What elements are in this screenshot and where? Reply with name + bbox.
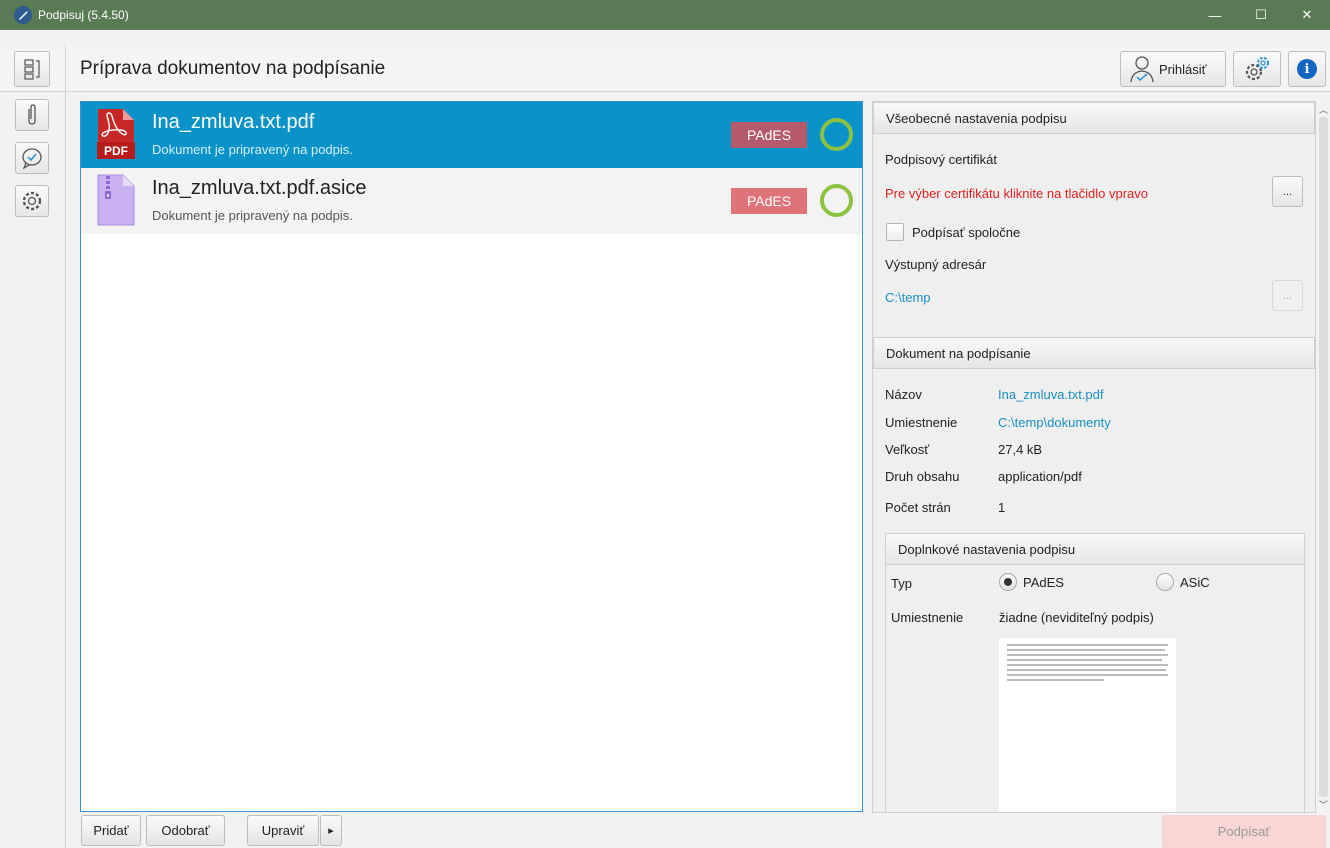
remove-document-button[interactable]: Odobrať — [146, 815, 225, 846]
settings-scrollbar[interactable]: ︿ ﹀ — [1317, 101, 1330, 813]
pdf-icon: PDF — [97, 108, 135, 160]
document-status: Dokument je pripravený na podpis. — [152, 142, 353, 157]
doc-name-label: Názov — [885, 387, 922, 402]
settings-button[interactable] — [1233, 51, 1281, 87]
info-button[interactable]: i — [1288, 51, 1326, 87]
certificate-hint: Pre výber certifikátu kliknite na tlačid… — [885, 186, 1149, 201]
doc-page-count-value: 1 — [998, 500, 1006, 515]
scroll-up-arrow-icon[interactable]: ︿ — [1319, 103, 1328, 116]
select-certificate-button[interactable]: ... — [1272, 176, 1303, 207]
add-document-button[interactable]: Pridať — [81, 815, 141, 846]
document-name: Ina_zmluva.txt.pdf — [152, 111, 315, 133]
signature-type-badge: PAdES — [731, 122, 807, 148]
info-icon: i — [1297, 59, 1317, 79]
edit-menu-arrow-button[interactable]: ▸ — [320, 815, 342, 846]
window-title: Podpisuj (5.4.50) — [38, 8, 129, 22]
chat-check-icon — [22, 148, 42, 170]
sign-button[interactable]: Podpísať — [1162, 815, 1326, 848]
document-list: PDF Ina_zmluva.txt.pdf Dokument je pripr… — [80, 101, 863, 812]
status-ring-icon — [820, 118, 853, 151]
toggle-layout-icon — [24, 59, 40, 80]
login-label: Prihlásiť — [1159, 61, 1207, 77]
doc-location-label: Umiestnenie — [885, 415, 958, 430]
doc-location-value[interactable]: C:\temp\dokumenty — [998, 415, 1111, 430]
doc-content-type-label: Druh obsahu — [885, 469, 960, 484]
toggle-sidebar-button[interactable] — [14, 51, 50, 87]
header-bar: Príprava dokumentov na podpísanie Prihlá… — [0, 45, 1330, 92]
placement-value: žiadne (neviditeľný podpis) — [999, 610, 1154, 625]
document-item[interactable]: PDF Ina_zmluva.txt.pdf Dokument je pripr… — [81, 102, 862, 168]
signature-type-badge: PAdES — [731, 188, 807, 214]
doc-page-count-label: Počet strán — [885, 500, 951, 515]
scrollbar-thumb[interactable] — [1319, 117, 1328, 797]
gear-icon — [22, 191, 42, 211]
general-settings-header[interactable]: Všeobecné nastavenia podpisu — [873, 102, 1315, 134]
settings-panel: Všeobecné nastavenia podpisu Podpisový c… — [872, 101, 1316, 813]
close-button[interactable]: ✕ — [1284, 0, 1330, 30]
edit-document-button[interactable]: Upraviť — [247, 815, 319, 846]
document-status: Dokument je pripravený na podpis. — [152, 208, 353, 223]
doc-content-type-value: application/pdf — [998, 469, 1082, 484]
type-label: Typ — [891, 576, 912, 591]
user-icon — [1130, 56, 1154, 83]
sidebar-settings-button[interactable] — [15, 185, 49, 217]
doc-size-label: Veľkosť — [885, 442, 930, 457]
document-item[interactable]: Ina_zmluva.txt.pdf.asice Dokument je pri… — [81, 168, 862, 234]
document-name: Ina_zmluva.txt.pdf.asice — [152, 177, 367, 199]
sign-together-label: Podpísať spoločne — [912, 225, 1021, 240]
pdf-icon-label: PDF — [104, 144, 128, 158]
doc-size-value: 27,4 kB — [998, 442, 1043, 457]
sidebar-verify-button[interactable] — [15, 142, 49, 174]
maximize-button[interactable]: ☐ — [1238, 0, 1284, 30]
asic-radio[interactable] — [1156, 573, 1174, 591]
doc-name-value[interactable]: Ina_zmluva.txt.pdf — [998, 387, 1104, 402]
header-separator — [65, 45, 66, 92]
scroll-down-arrow-icon[interactable]: ﹀ — [1319, 798, 1328, 811]
window-titlebar: Podpisuj (5.4.50) — ☐ ✕ — [0, 0, 1330, 30]
minimize-button[interactable]: — — [1192, 0, 1238, 30]
left-sidebar — [0, 92, 66, 848]
extra-settings-box: Doplnkové nastavenia podpisu Typ PAdES A… — [885, 533, 1305, 812]
app-feather-icon — [14, 6, 32, 24]
pades-radio-label: PAdES — [1023, 575, 1064, 590]
select-output-dir-button[interactable]: ... — [1272, 280, 1303, 311]
pades-radio[interactable] — [999, 573, 1017, 591]
output-dir-label: Výstupný adresár — [885, 257, 987, 272]
sign-together-checkbox[interactable] — [886, 223, 904, 241]
paperclip-icon — [28, 104, 36, 125]
certificate-label: Podpisový certifikát — [885, 152, 997, 167]
sidebar-documents-button[interactable] — [15, 99, 49, 131]
placement-label: Umiestnenie — [891, 610, 964, 625]
radio-selected-dot — [1004, 578, 1012, 586]
document-info-header[interactable]: Dokument na podpísanie — [873, 337, 1315, 369]
document-preview-thumbnail — [999, 638, 1176, 812]
asic-radio-label: ASiC — [1180, 575, 1210, 590]
login-button[interactable]: Prihlásiť — [1120, 51, 1226, 87]
gears-icon — [1245, 57, 1269, 81]
page-title: Príprava dokumentov na podpísanie — [80, 58, 386, 79]
zip-archive-icon — [97, 174, 135, 226]
window-controls: — ☐ ✕ — [1192, 0, 1330, 30]
output-dir-value[interactable]: C:\temp — [885, 290, 931, 305]
extra-settings-header[interactable]: Doplnkové nastavenia podpisu — [885, 533, 1305, 565]
status-ring-icon — [820, 184, 853, 217]
